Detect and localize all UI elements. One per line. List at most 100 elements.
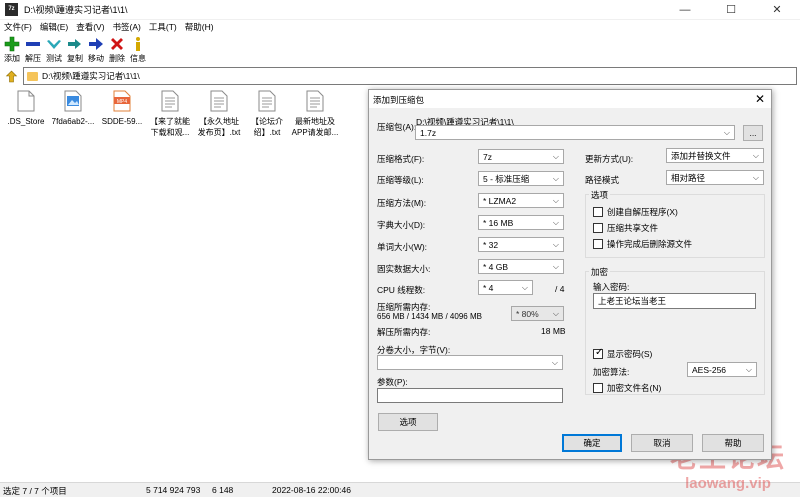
copy-button[interactable]: 复制 bbox=[65, 34, 85, 66]
create-sfx-checkbox[interactable]: 创建自解压程序(X) bbox=[593, 206, 678, 218]
dialog-titlebar: 添加到压缩包 ✕ bbox=[369, 90, 771, 108]
help-button[interactable]: 帮助 bbox=[702, 434, 764, 452]
check-icon bbox=[45, 36, 63, 52]
parameters-input[interactable] bbox=[377, 388, 563, 403]
up-folder-button[interactable] bbox=[3, 68, 19, 84]
format-select[interactable]: 7z ⌵ bbox=[478, 149, 564, 164]
blank-file-icon bbox=[17, 90, 35, 112]
word-size-select[interactable]: * 32 ⌵ bbox=[478, 237, 564, 252]
level-select[interactable]: 5 - 标准压缩 ⌵ bbox=[478, 171, 564, 186]
menu-bar: 文件(F) 编辑(E) 查看(V) 书签(A) 工具(T) 帮助(H) bbox=[0, 20, 800, 34]
password-input[interactable]: 上老王论坛当老王 bbox=[593, 293, 756, 309]
file-item[interactable]: 【永久地址 发布页】.txt bbox=[194, 88, 244, 138]
chevron-down-icon: ⌵ bbox=[521, 283, 528, 292]
file-item[interactable]: 【论坛介 绍】.txt bbox=[242, 88, 292, 138]
delete-after-checkbox[interactable]: 操作完成后删除源文件 bbox=[593, 238, 692, 250]
window-title: D:\视频\踵遵实习记者\1\1\ bbox=[24, 5, 128, 15]
options-button[interactable]: 选项 bbox=[378, 413, 438, 431]
info-icon bbox=[129, 36, 147, 52]
address-input[interactable]: D:\视频\踵遵实习记者\1\1\ bbox=[23, 67, 797, 85]
checkbox-box bbox=[593, 383, 603, 393]
extract-button[interactable]: 解压 bbox=[23, 34, 43, 66]
add-to-archive-dialog: 添加到压缩包 ✕ 压缩包(A): D:\视频\踵遵实习记者\1\1\ 1.7z … bbox=[368, 89, 772, 460]
address-bar: D:\视频\踵遵实习记者\1\1\ bbox=[0, 66, 800, 86]
solid-block-label: 固实数据大小: bbox=[377, 264, 431, 274]
minimize-button[interactable]: — bbox=[662, 0, 708, 20]
chevron-down-icon: ⌵ bbox=[552, 174, 559, 183]
encrypt-names-checkbox[interactable]: 加密文件名(N) bbox=[593, 382, 661, 394]
dictionary-select[interactable]: * 16 MB ⌵ bbox=[478, 215, 564, 230]
method-select[interactable]: * LZMA2 ⌵ bbox=[478, 193, 564, 208]
memory-percent-select[interactable]: * 80% ⌵ bbox=[511, 306, 564, 321]
text-file-icon bbox=[306, 90, 324, 112]
mp4-file-icon: MP4 bbox=[113, 90, 131, 112]
checkbox-checked bbox=[593, 347, 603, 359]
test-button[interactable]: 测试 bbox=[44, 34, 64, 66]
cpu-threads-select[interactable]: * 4 ⌵ bbox=[478, 280, 533, 295]
file-name: 【来了就能 bbox=[150, 117, 190, 126]
encryption-group-label: 加密 bbox=[589, 266, 611, 278]
delete-button[interactable]: 删除 bbox=[107, 34, 127, 66]
split-volume-input[interactable]: ⌵ bbox=[377, 355, 563, 370]
cancel-button[interactable]: 取消 bbox=[631, 434, 693, 452]
file-name: 7fda6ab2-... bbox=[51, 117, 95, 126]
method-label: 压缩方法(M): bbox=[377, 198, 427, 208]
encryption-method-select[interactable]: AES-256 ⌵ bbox=[687, 362, 757, 377]
file-item[interactable]: 最新地址及 APP请发邮... bbox=[290, 88, 340, 138]
file-name: .DS_Store bbox=[7, 117, 45, 126]
file-item[interactable]: 【来了就能下载和观... bbox=[145, 88, 195, 138]
info-button[interactable]: 信息 bbox=[128, 34, 148, 66]
archive-label: 压缩包(A): bbox=[377, 122, 417, 132]
up-arrow-icon bbox=[5, 70, 17, 82]
chevron-down-icon: ⌵ bbox=[552, 240, 559, 249]
text-file-icon bbox=[161, 90, 179, 112]
chevron-down-icon: ⌵ bbox=[752, 151, 759, 160]
compress-shared-checkbox[interactable]: 压缩共享文件 bbox=[593, 222, 658, 234]
archive-name-input[interactable]: 1.7z ⌵ bbox=[415, 125, 735, 140]
chevron-down-icon: ⌵ bbox=[552, 262, 559, 271]
dialog-title: 添加到压缩包 bbox=[373, 95, 425, 105]
file-item[interactable]: 7fda6ab2-... bbox=[48, 88, 98, 127]
menu-bookmarks[interactable]: 书签(A) bbox=[109, 21, 145, 33]
file-name: 最新地址及 bbox=[295, 117, 335, 126]
update-mode-label: 更新方式(U): bbox=[585, 154, 634, 164]
menu-help[interactable]: 帮助(H) bbox=[181, 21, 218, 33]
move-button[interactable]: 移动 bbox=[86, 34, 106, 66]
minus-icon bbox=[24, 36, 42, 52]
address-path: D:\视频\踵遵实习记者\1\1\ bbox=[42, 71, 140, 81]
update-mode-select[interactable]: 添加并替换文件 ⌵ bbox=[666, 148, 764, 163]
solid-block-select[interactable]: * 4 GB ⌵ bbox=[478, 259, 564, 274]
checkbox-box bbox=[593, 239, 603, 249]
cpu-threads-label: CPU 线程数: bbox=[377, 285, 426, 295]
add-button[interactable]: 添加 bbox=[2, 34, 22, 66]
status-packed: 6 148 bbox=[212, 485, 234, 495]
maximize-button[interactable]: ☐ bbox=[708, 0, 754, 20]
ok-button[interactable]: 确定 bbox=[562, 434, 622, 452]
status-selected: 选定 7 / 7 个项目 bbox=[3, 486, 67, 496]
options-group-label: 选项 bbox=[589, 189, 611, 201]
image-file-icon bbox=[64, 90, 82, 112]
format-label: 压缩格式(F): bbox=[377, 154, 425, 164]
status-bar: 选定 7 / 7 个项目 5 714 924 793 6 148 2022-08… bbox=[0, 482, 800, 497]
encryption-method-label: 加密算法: bbox=[593, 367, 630, 377]
file-item[interactable]: MP4 SDDE-59... bbox=[97, 88, 147, 127]
close-button[interactable]: ✕ bbox=[754, 0, 800, 20]
file-name: 下载和观... bbox=[150, 128, 190, 137]
dialog-close-button[interactable]: ✕ bbox=[755, 92, 765, 106]
window-titlebar: 7z D:\视频\踵遵实习记者\1\1\ — ☐ ✕ bbox=[0, 0, 800, 20]
file-item[interactable]: .DS_Store bbox=[1, 88, 51, 127]
browse-button[interactable]: ... bbox=[743, 125, 763, 141]
plus-icon bbox=[3, 36, 21, 52]
double-arrow-icon bbox=[66, 36, 84, 52]
compress-memory-detail: 656 MB / 1434 MB / 4096 MB bbox=[377, 312, 482, 321]
path-mode-select[interactable]: 相对路径 ⌵ bbox=[666, 170, 764, 185]
decompress-memory-value: 18 MB bbox=[541, 326, 566, 336]
menu-edit[interactable]: 编辑(E) bbox=[36, 21, 72, 33]
status-size: 5 714 924 793 bbox=[146, 485, 201, 495]
menu-file[interactable]: 文件(F) bbox=[0, 21, 36, 33]
show-password-checkbox[interactable]: 显示密码(S) bbox=[593, 347, 652, 360]
chevron-down-icon: ⌵ bbox=[552, 218, 559, 227]
toolbar: 添加 解压 测试 复制 移动 删除 信息 bbox=[0, 34, 800, 66]
menu-tools[interactable]: 工具(T) bbox=[145, 21, 181, 33]
menu-view[interactable]: 查看(V) bbox=[72, 21, 108, 33]
